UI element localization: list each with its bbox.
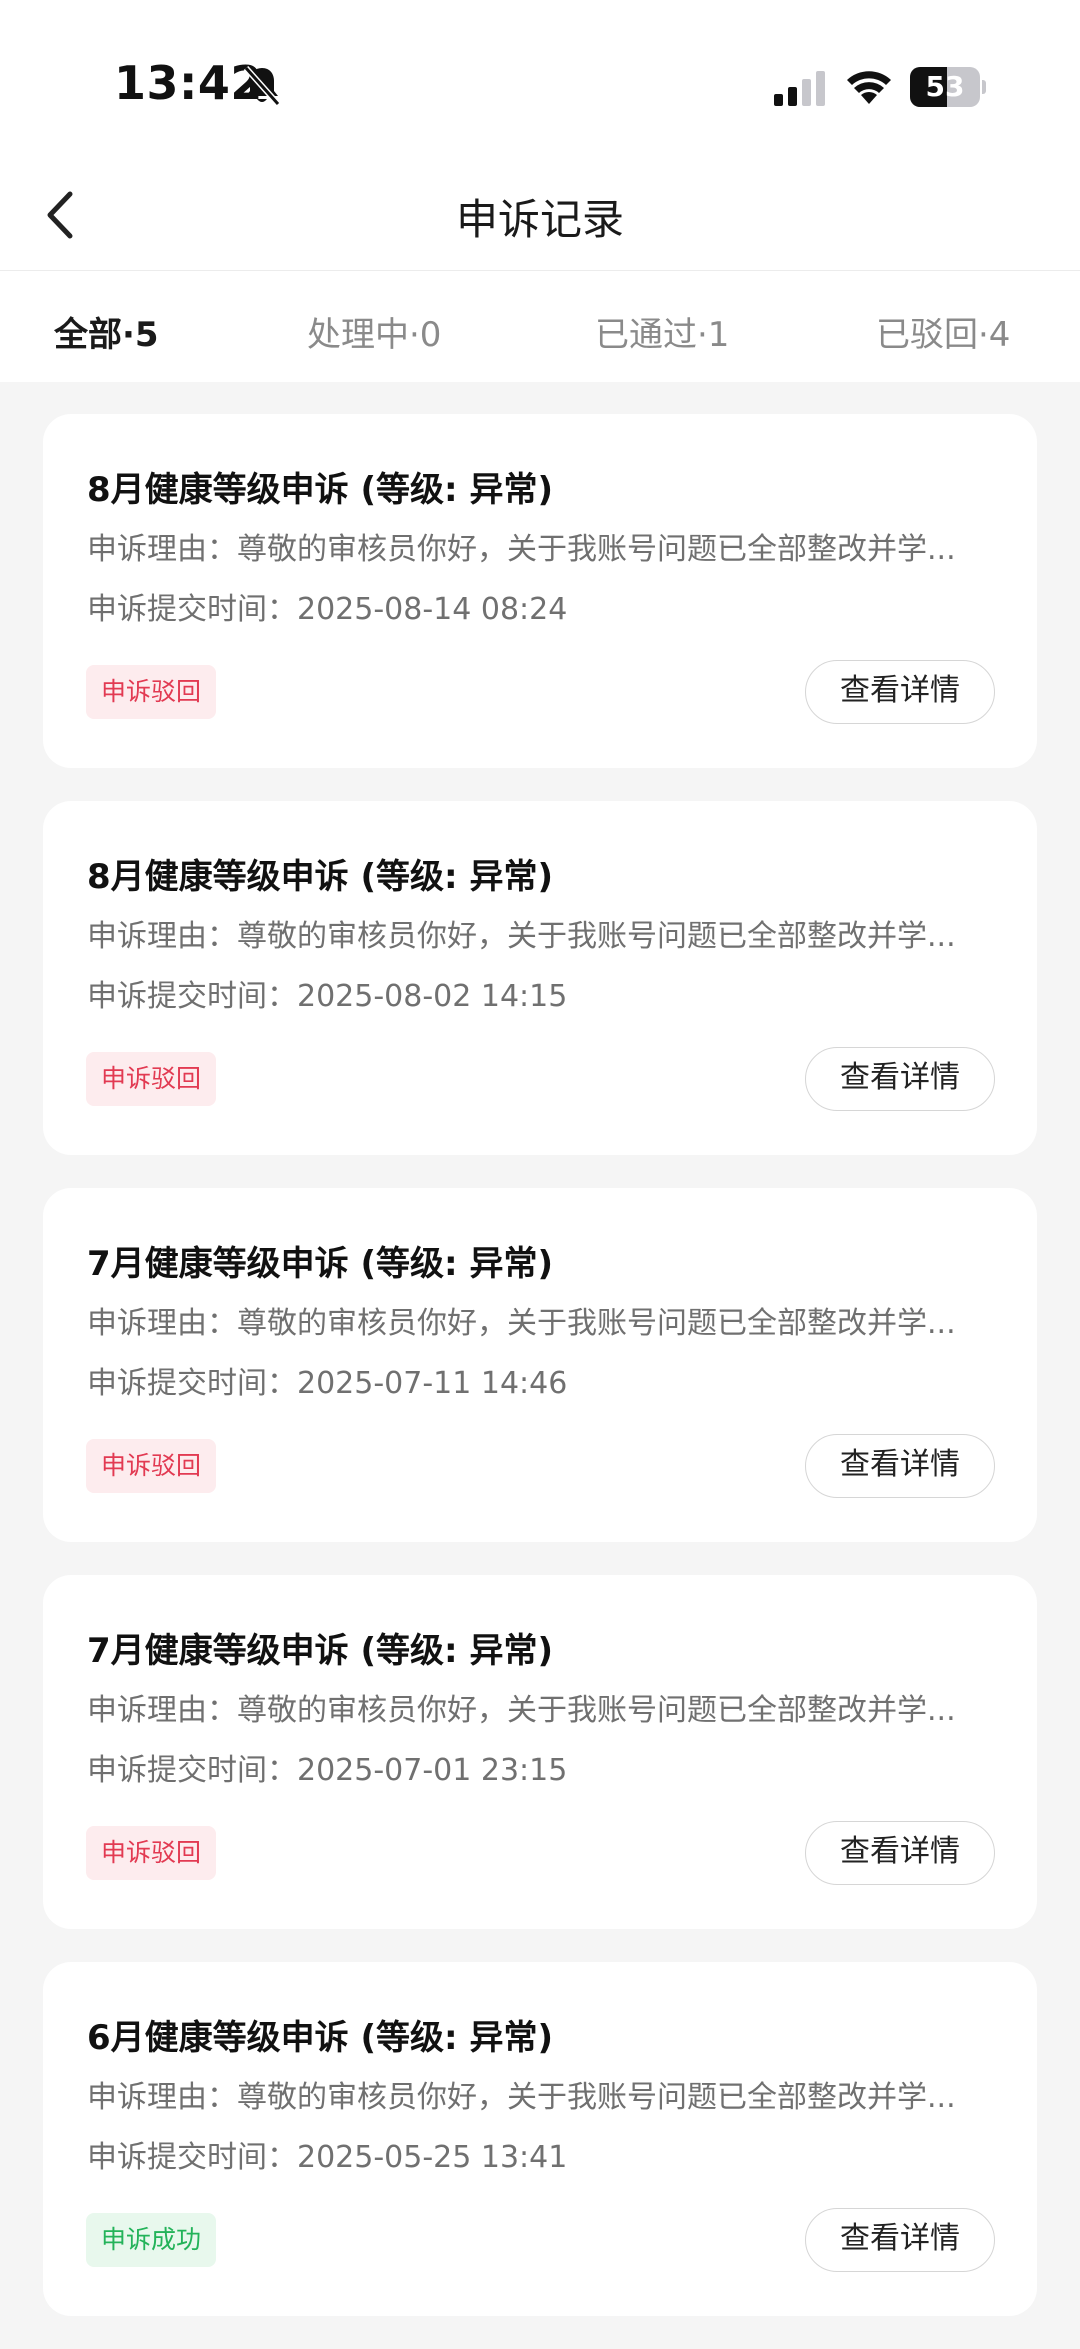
view-details-button[interactable]: 查看详情: [805, 2208, 995, 2272]
appeal-reason: 申诉理由：尊敬的审核员你好，关于我账号问题已全部整改并学...: [87, 1693, 956, 1728]
tab-all[interactable]: 全部·5: [54, 307, 159, 356]
status-bar: 13:42 53: [0, 0, 1080, 160]
appeal-reason: 申诉理由：尊敬的审核员你好，关于我账号问题已全部整改并学...: [87, 2080, 956, 2115]
tab-processing[interactable]: 处理中·0: [307, 307, 441, 356]
appeal-reason: 申诉理由：尊敬的审核员你好，关于我账号问题已全部整改并学...: [87, 532, 956, 567]
tab-approved[interactable]: 已通过·1: [595, 307, 729, 356]
appeal-title: 7月健康等级申诉 (等级: 异常): [87, 1244, 554, 1284]
bell-muted-icon: [243, 66, 281, 106]
appeal-card: 7月健康等级申诉 (等级: 异常) 申诉理由：尊敬的审核员你好，关于我账号问题已…: [43, 1188, 1037, 1542]
filter-tabs: 全部·5 处理中·0 已通过·1 已驳回·4: [0, 270, 1080, 382]
status-badge: 申诉成功: [86, 2213, 216, 2267]
battery-cap: [982, 80, 986, 94]
battery-body: 53: [910, 67, 980, 107]
wifi-icon: [847, 71, 891, 104]
battery-percent: 53: [925, 70, 965, 103]
view-details-button[interactable]: 查看详情: [805, 660, 995, 724]
appeal-card: 8月健康等级申诉 (等级: 异常) 申诉理由：尊敬的审核员你好，关于我账号问题已…: [43, 414, 1037, 768]
appeal-card: 6月健康等级申诉 (等级: 异常) 申诉理由：尊敬的审核员你好，关于我账号问题已…: [43, 1962, 1037, 2316]
appeal-submit-time: 申诉提交时间：2025-07-11 14:46: [87, 1366, 568, 1401]
appeal-submit-time: 申诉提交时间：2025-07-01 23:15: [87, 1753, 568, 1788]
appeal-card: 8月健康等级申诉 (等级: 异常) 申诉理由：尊敬的审核员你好，关于我账号问题已…: [43, 801, 1037, 1155]
appeal-submit-time: 申诉提交时间：2025-05-25 13:41: [87, 2140, 568, 2175]
appeal-submit-time: 申诉提交时间：2025-08-02 14:15: [87, 979, 568, 1014]
appeal-list: 8月健康等级申诉 (等级: 异常) 申诉理由：尊敬的审核员你好，关于我账号问题已…: [43, 414, 1037, 2349]
view-details-button[interactable]: 查看详情: [805, 1047, 995, 1111]
status-badge: 申诉驳回: [86, 665, 216, 719]
nav-bar: 申诉记录: [0, 160, 1080, 270]
page-title: 申诉记录: [455, 195, 624, 244]
battery-indicator: 53: [910, 67, 986, 107]
status-badge: 申诉驳回: [86, 1439, 216, 1493]
appeal-title: 8月健康等级申诉 (等级: 异常): [87, 857, 554, 897]
appeal-reason: 申诉理由：尊敬的审核员你好，关于我账号问题已全部整改并学...: [87, 919, 956, 954]
view-details-button[interactable]: 查看详情: [805, 1821, 995, 1885]
appeal-title: 8月健康等级申诉 (等级: 异常): [87, 470, 554, 510]
status-badge: 申诉驳回: [86, 1052, 216, 1106]
appeal-reason: 申诉理由：尊敬的审核员你好，关于我账号问题已全部整改并学...: [87, 1306, 956, 1341]
view-details-button[interactable]: 查看详情: [805, 1434, 995, 1498]
appeal-submit-time: 申诉提交时间：2025-08-14 08:24: [87, 592, 568, 627]
status-badge: 申诉驳回: [86, 1826, 216, 1880]
tab-rejected[interactable]: 已驳回·4: [876, 307, 1010, 356]
status-time: 13:42: [114, 56, 263, 110]
appeal-title: 7月健康等级申诉 (等级: 异常): [87, 1631, 554, 1671]
appeal-title: 6月健康等级申诉 (等级: 异常): [87, 2018, 554, 2058]
appeal-card: 7月健康等级申诉 (等级: 异常) 申诉理由：尊敬的审核员你好，关于我账号问题已…: [43, 1575, 1037, 1929]
cellular-signal-icon: [774, 71, 825, 106]
